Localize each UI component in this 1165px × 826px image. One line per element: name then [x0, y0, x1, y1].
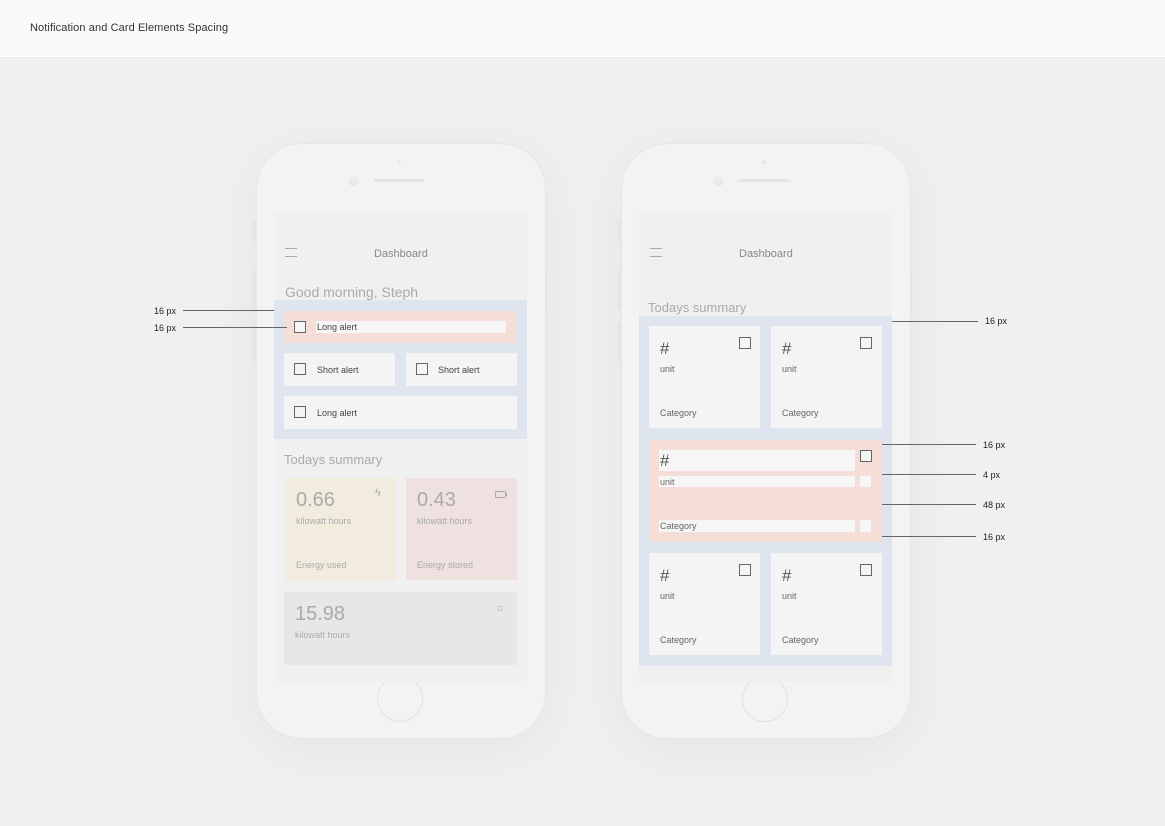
callout-line: [892, 321, 978, 322]
content-area: [659, 450, 855, 471]
card-value: 0.66: [296, 489, 335, 511]
card-category: Category: [660, 408, 697, 418]
home-button[interactable]: [742, 676, 788, 722]
card-category: Category: [782, 635, 819, 645]
card-category: Category: [782, 408, 819, 418]
earpiece-speaker: [374, 179, 424, 182]
card-value: #: [782, 339, 792, 358]
summary-title: Todays summary: [284, 452, 383, 467]
card-value: #: [782, 566, 792, 585]
card-label: Energy stored: [417, 560, 474, 570]
measurement-label: 4 px: [983, 470, 1001, 480]
measurement-label: 16 px: [154, 306, 177, 316]
checkbox[interactable]: [294, 321, 306, 333]
front-camera: [349, 177, 358, 186]
content-area: [860, 476, 871, 487]
card-unit: unit: [660, 591, 675, 601]
callout-line: [882, 474, 976, 475]
content-area: [659, 476, 855, 487]
checkbox[interactable]: [860, 337, 872, 349]
lightning-icon: ϟ: [375, 487, 381, 499]
alert-label: Long alert: [317, 408, 358, 418]
home-button[interactable]: [377, 676, 423, 722]
card-unit: unit: [660, 364, 675, 374]
card-value: 0.43: [417, 489, 456, 511]
card-unit: kilowatt hours: [295, 630, 351, 640]
measurement-label: 16 px: [985, 316, 1008, 326]
sun-icon: ☼: [495, 602, 506, 614]
greeting: Good morning, Steph: [285, 284, 419, 300]
measurement-label: 48 px: [983, 500, 1006, 510]
measurement-label: 16 px: [983, 440, 1006, 450]
card-category: Category: [660, 521, 697, 531]
proximity-sensor: [397, 160, 401, 164]
hamburger-menu-icon[interactable]: [285, 248, 297, 257]
alert-label: Long alert: [317, 322, 358, 332]
checkbox[interactable]: [860, 450, 872, 462]
alert-label: Short alert: [317, 365, 359, 375]
checkbox[interactable]: [860, 564, 872, 576]
callout-line: [882, 504, 976, 505]
card-unit: kilowatt hours: [417, 516, 473, 526]
callout-line: [183, 327, 287, 328]
card-value: #: [660, 451, 670, 470]
card-value: #: [660, 566, 670, 585]
callout-line: [183, 310, 274, 311]
callout-line: [882, 444, 976, 445]
earpiece-speaker: [739, 179, 789, 182]
hamburger-menu-icon[interactable]: [650, 248, 662, 257]
card-value: 15.98: [295, 603, 346, 625]
checkbox[interactable]: [739, 564, 751, 576]
alert-label: Short alert: [438, 365, 480, 375]
checkbox[interactable]: [739, 337, 751, 349]
front-camera: [714, 177, 723, 186]
top-bar: Notification and Card Elements Spacing: [0, 0, 1165, 58]
callout-line: [882, 536, 976, 537]
checkbox[interactable]: [294, 406, 306, 418]
card-label: Energy used: [296, 560, 347, 570]
checkbox[interactable]: [294, 363, 306, 375]
card-unit: unit: [782, 364, 797, 374]
nav-title: Dashboard: [374, 248, 428, 260]
battery-tip: [506, 493, 507, 496]
card-unit: unit: [782, 591, 797, 601]
checkbox[interactable]: [416, 363, 428, 375]
content-area: [860, 520, 871, 532]
measurement-label: 16 px: [983, 532, 1006, 542]
proximity-sensor: [762, 160, 766, 164]
battery-icon: [495, 491, 506, 498]
card-unit: unit: [660, 477, 675, 487]
nav-title: Dashboard: [739, 248, 793, 260]
card-value: #: [660, 339, 670, 358]
measurement-label: 16 px: [154, 323, 177, 333]
card-unit: kilowatt hours: [296, 516, 352, 526]
page-title: Notification and Card Elements Spacing: [30, 22, 229, 34]
card-category: Category: [660, 635, 697, 645]
summary-title: Todays summary: [648, 300, 747, 315]
